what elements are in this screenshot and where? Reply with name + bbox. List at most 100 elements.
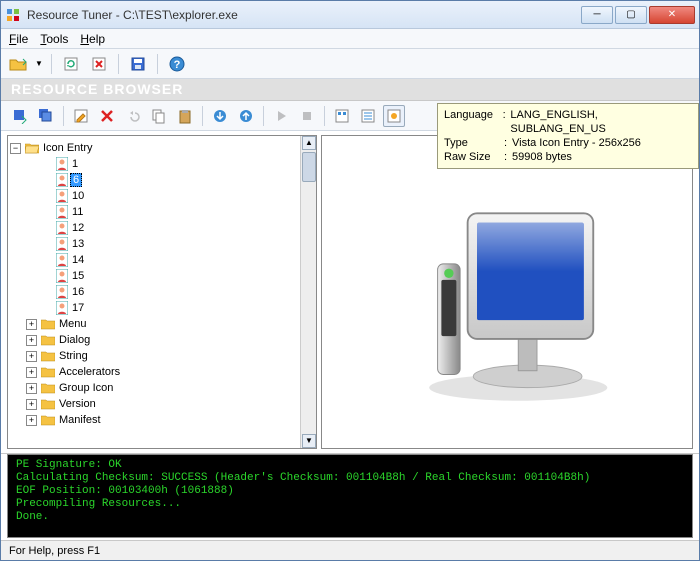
expand-icon[interactable]: + — [26, 319, 37, 330]
tree-root[interactable]: − Icon Entry — [10, 140, 314, 156]
undo-button[interactable] — [122, 105, 144, 127]
person-icon — [56, 285, 68, 299]
dropdown-icon[interactable]: ▼ — [35, 59, 43, 68]
cancel-button[interactable] — [88, 53, 110, 75]
tree-label[interactable]: Dialog — [57, 334, 92, 346]
tree-label[interactable]: Menu — [57, 318, 89, 330]
open-button[interactable] — [7, 53, 29, 75]
console-output[interactable]: PE Signature: OK Calculating Checksum: S… — [7, 454, 693, 538]
tree-item[interactable]: 11 — [10, 204, 314, 220]
tree-folder[interactable]: + Version — [10, 396, 314, 412]
tree-label[interactable]: Manifest — [57, 414, 103, 426]
folder-icon — [41, 398, 55, 410]
view-button-2[interactable] — [357, 105, 379, 127]
maximize-button[interactable]: ▢ — [615, 6, 647, 24]
tree-folder[interactable]: + Dialog — [10, 332, 314, 348]
expand-icon[interactable]: + — [26, 351, 37, 362]
folder-open-icon — [25, 142, 39, 154]
tree-label[interactable]: 1 — [70, 158, 80, 170]
play-button[interactable] — [270, 105, 292, 127]
console-line: PE Signature: OK — [16, 459, 684, 472]
folder-icon — [41, 350, 55, 362]
view-button-1[interactable] — [331, 105, 353, 127]
tree-item[interactable]: 6 — [10, 172, 314, 188]
console-line: Precompiling Resources... — [16, 498, 684, 511]
person-icon — [56, 237, 68, 251]
menubar: File Tools Help — [1, 29, 699, 49]
resource-toolbar: Language:LANG_ENGLISH, SUBLANG_EN_US Typ… — [1, 101, 699, 131]
tree-folder[interactable]: + String — [10, 348, 314, 364]
menu-tools[interactable]: Tools — [40, 32, 68, 46]
minimize-button[interactable]: ─ — [581, 6, 613, 24]
tree-item[interactable]: 16 — [10, 284, 314, 300]
titlebar[interactable]: Resource Tuner - C:\TEST\explorer.exe ─ … — [1, 1, 699, 29]
person-icon — [56, 253, 68, 267]
tree-label[interactable]: Icon Entry — [41, 142, 95, 154]
tree-item[interactable]: 14 — [10, 252, 314, 268]
person-icon — [56, 157, 68, 171]
console-line: EOF Position: 00103400h (1061888) — [16, 485, 684, 498]
folder-icon — [41, 366, 55, 378]
console-line: Done. — [16, 511, 684, 524]
resource-tree: −Icon Entry161011121314151617+Menu+Dialo… — [8, 136, 316, 432]
tree-folder[interactable]: + Menu — [10, 316, 314, 332]
edit-button[interactable] — [70, 105, 92, 127]
tree-label[interactable]: 15 — [70, 270, 86, 282]
menu-file[interactable]: File — [9, 32, 28, 46]
scrollbar[interactable]: ▲ ▼ — [300, 136, 316, 448]
tree-item[interactable]: 17 — [10, 300, 314, 316]
tree-folder[interactable]: + Group Icon — [10, 380, 314, 396]
person-icon — [56, 189, 68, 203]
refresh-button[interactable] — [60, 53, 82, 75]
tree-label[interactable]: 11 — [70, 206, 85, 218]
expand-icon[interactable]: + — [26, 383, 37, 394]
copy-button[interactable] — [148, 105, 170, 127]
tree-item[interactable]: 15 — [10, 268, 314, 284]
svg-text:?: ? — [174, 59, 181, 71]
scroll-thumb[interactable] — [302, 152, 316, 182]
delete-button[interactable] — [96, 105, 118, 127]
tree-label[interactable]: 16 — [70, 286, 86, 298]
save-button[interactable] — [127, 53, 149, 75]
tree-folder[interactable]: + Accelerators — [10, 364, 314, 380]
tree-folder[interactable]: + Manifest — [10, 412, 314, 428]
tree-label[interactable]: 14 — [70, 254, 86, 266]
tree-item[interactable]: 1 — [10, 156, 314, 172]
help-button[interactable]: ? — [166, 53, 188, 75]
expand-icon[interactable]: + — [26, 367, 37, 378]
folder-icon — [41, 414, 55, 426]
tree-label[interactable]: 17 — [70, 302, 86, 314]
main-toolbar: ▼ ? — [1, 49, 699, 79]
menu-help[interactable]: Help — [80, 32, 105, 46]
paste-button[interactable] — [174, 105, 196, 127]
expand-icon[interactable]: + — [26, 415, 37, 426]
tree-label[interactable]: String — [57, 350, 90, 362]
scroll-down-icon[interactable]: ▼ — [302, 434, 316, 448]
preview-pane — [321, 135, 693, 449]
tree-label[interactable]: Group Icon — [57, 382, 115, 394]
down-button[interactable] — [209, 105, 231, 127]
close-button[interactable]: ✕ — [649, 6, 695, 24]
tree-item[interactable]: 12 — [10, 220, 314, 236]
console-line: Calculating Checksum: SUCCESS (Header's … — [16, 472, 684, 485]
person-icon — [56, 301, 68, 315]
view-button-3[interactable] — [383, 105, 405, 127]
tree-label[interactable]: Version — [57, 398, 98, 410]
tree-pane[interactable]: −Icon Entry161011121314151617+Menu+Dialo… — [7, 135, 317, 449]
tree-item[interactable]: 10 — [10, 188, 314, 204]
expand-icon[interactable]: + — [26, 399, 37, 410]
tree-label[interactable]: 10 — [70, 190, 86, 202]
folder-icon — [41, 334, 55, 346]
tree-label[interactable]: 13 — [70, 238, 86, 250]
save-resource-button[interactable] — [9, 105, 31, 127]
scroll-up-icon[interactable]: ▲ — [302, 136, 316, 150]
up-button[interactable] — [235, 105, 257, 127]
expand-icon[interactable]: + — [26, 335, 37, 346]
tree-label[interactable]: 12 — [70, 222, 86, 234]
tree-label[interactable]: 6 — [70, 173, 82, 187]
collapse-icon[interactable]: − — [10, 143, 21, 154]
tree-item[interactable]: 13 — [10, 236, 314, 252]
stop-button[interactable] — [296, 105, 318, 127]
tree-label[interactable]: Accelerators — [57, 366, 122, 378]
save-all-button[interactable] — [35, 105, 57, 127]
